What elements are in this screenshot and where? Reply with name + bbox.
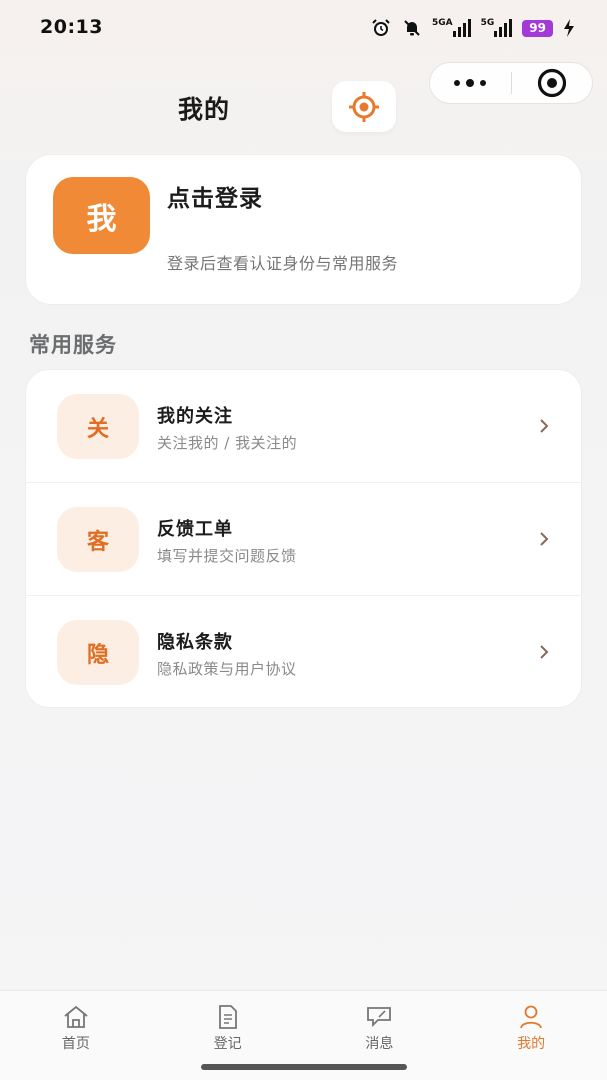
service-list: 关 我的关注 关注我的 / 我关注的 客 反馈工单 填写并提交问题反馈 隐 隐私…: [25, 369, 582, 708]
service-subtitle: 隐私政策与用户协议: [157, 660, 297, 678]
locate-button[interactable]: [332, 81, 396, 132]
avatar: 我: [53, 177, 150, 254]
alarm-icon: [370, 17, 392, 39]
login-card[interactable]: 我 点击登录 登录后查看认证身份与常用服务: [25, 154, 582, 305]
target-icon: [537, 68, 566, 98]
tab-home[interactable]: 首页: [0, 991, 152, 1080]
locate-icon: [349, 91, 379, 122]
service-subtitle: 关注我的 / 我关注的: [157, 434, 298, 452]
tab-label: 我的: [517, 1036, 546, 1052]
more-button[interactable]: [430, 63, 511, 103]
service-badge: 关: [57, 394, 139, 459]
service-title: 隐私条款: [157, 632, 233, 653]
signal-group-2: 5G: [481, 17, 513, 39]
chevron-right-icon: [537, 529, 551, 549]
status-time: 20:13: [40, 16, 103, 38]
section-title: 常用服务: [29, 333, 117, 357]
status-bar: 20:13 5GA 5G 99: [0, 0, 607, 56]
charging-icon: [563, 17, 575, 39]
chevron-right-icon: [537, 416, 551, 436]
mute-icon: [402, 17, 422, 39]
tab-label: 消息: [365, 1036, 394, 1052]
document-icon: [214, 1003, 242, 1031]
tab-mine[interactable]: 我的: [455, 991, 607, 1080]
page-title: 我的: [178, 95, 231, 124]
login-subtitle: 登录后查看认证身份与常用服务: [167, 254, 399, 273]
service-subtitle: 填写并提交问题反馈: [157, 547, 297, 565]
signal-icon: [494, 19, 513, 37]
user-icon: [517, 1003, 545, 1031]
service-title: 我的关注: [157, 406, 233, 427]
home-indicator: [201, 1064, 407, 1070]
signal-group-1: 5GA: [432, 17, 471, 39]
service-item-privacy[interactable]: 隐 隐私条款 隐私政策与用户协议: [26, 596, 581, 707]
message-icon: [365, 1003, 393, 1031]
battery-icon: 99: [522, 19, 553, 37]
status-icons: 5GA 5G 99: [370, 16, 575, 40]
service-badge: 隐: [57, 620, 139, 685]
home-icon: [62, 1003, 90, 1031]
login-title[interactable]: 点击登录: [167, 179, 263, 213]
tab-label: 首页: [61, 1036, 90, 1052]
service-title: 反馈工单: [157, 519, 233, 540]
service-item-feedback[interactable]: 客 反馈工单 填写并提交问题反馈: [26, 483, 581, 596]
service-item-follows[interactable]: 关 我的关注 关注我的 / 我关注的: [26, 370, 581, 483]
more-icon: [454, 79, 487, 87]
service-badge: 客: [57, 507, 139, 572]
close-program-button[interactable]: [512, 63, 593, 103]
chevron-right-icon: [537, 642, 551, 662]
signal-icon: [452, 19, 471, 37]
mini-program-capsule: [429, 62, 593, 104]
network-type-1: 5GA: [432, 18, 453, 28]
tab-label: 登记: [213, 1036, 242, 1052]
